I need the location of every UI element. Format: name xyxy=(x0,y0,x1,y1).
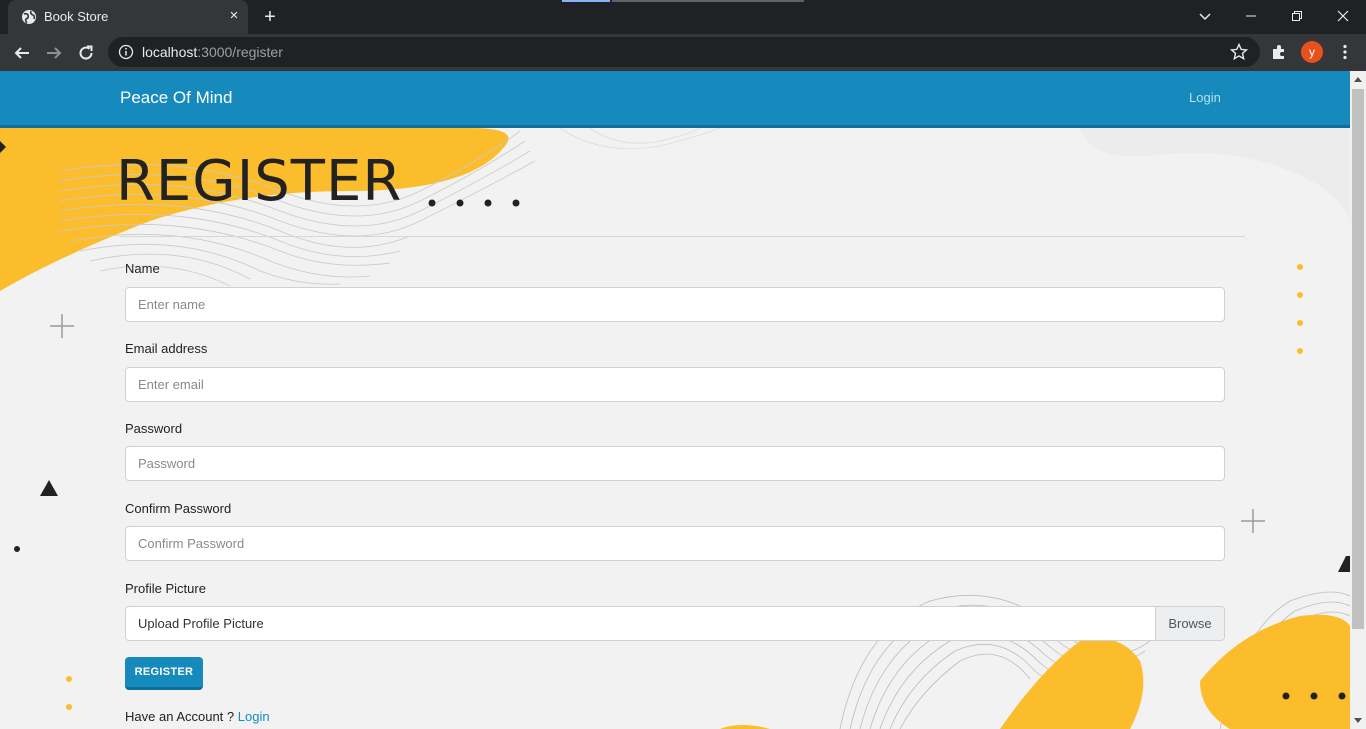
page-title: REGISTER xyxy=(116,149,403,214)
email-input[interactable] xyxy=(125,367,1225,402)
profile-picture-label: Profile Picture xyxy=(125,581,206,596)
page-scrollbar[interactable] xyxy=(1350,71,1366,729)
star-icon[interactable] xyxy=(1230,43,1248,61)
tab-strip-indicator xyxy=(562,0,610,2)
file-input-label: Upload Profile Picture xyxy=(138,616,264,631)
minimize-button[interactable] xyxy=(1228,0,1274,32)
restore-button[interactable] xyxy=(1274,0,1320,32)
site-navbar: Peace Of Mind Login xyxy=(0,71,1350,128)
confirm-password-input[interactable] xyxy=(125,526,1225,561)
tab-title: Book Store xyxy=(44,9,109,24)
tab-search-button[interactable] xyxy=(1182,0,1228,32)
scroll-up-arrow-icon[interactable] xyxy=(1354,77,1362,82)
url-path: :3000/register xyxy=(197,44,283,60)
register-button[interactable]: REGISTER xyxy=(125,657,203,690)
url-host: localhost xyxy=(142,44,198,60)
restore-icon xyxy=(1292,11,1302,21)
scroll-down-arrow-icon[interactable] xyxy=(1354,718,1362,723)
brand-logo-text[interactable]: Peace Of Mind xyxy=(120,88,232,108)
profile-picture-file-input[interactable]: Upload Profile Picture Browse xyxy=(125,606,1225,641)
tab-close-icon[interactable]: × xyxy=(224,6,244,26)
password-label: Password xyxy=(125,421,183,436)
kebab-menu-icon[interactable] xyxy=(1336,43,1354,61)
confirm-password-label: Confirm Password xyxy=(125,501,232,516)
new-tab-button[interactable]: + xyxy=(258,5,282,29)
extensions-icon[interactable] xyxy=(1270,43,1288,61)
have-account-label: Have an Account ? xyxy=(125,709,235,724)
url-text: localhost:3000/register xyxy=(142,44,283,60)
forward-arrow-icon xyxy=(47,47,62,59)
password-input[interactable] xyxy=(125,446,1225,481)
window-close-button[interactable] xyxy=(1320,0,1366,32)
window-close-icon xyxy=(1337,10,1349,22)
scroll-thumb[interactable] xyxy=(1352,89,1364,629)
browser-tab-strip: Book Store × + xyxy=(0,0,1366,34)
info-icon[interactable] xyxy=(118,44,134,60)
minimize-icon xyxy=(1246,15,1256,17)
address-bar[interactable]: localhost:3000/register xyxy=(108,37,1260,67)
back-arrow-icon xyxy=(14,47,29,59)
title-divider xyxy=(120,236,1245,237)
nav-login-link[interactable]: Login xyxy=(1189,90,1221,105)
name-label: Name xyxy=(125,261,160,276)
browser-tab[interactable]: Book Store × xyxy=(8,0,248,34)
page-viewport: Peace Of Mind Login REGISTER Name Email … xyxy=(0,71,1350,729)
browser-toolbar: localhost:3000/register y xyxy=(0,34,1366,71)
forward-button[interactable] xyxy=(41,40,67,66)
back-button[interactable] xyxy=(9,40,35,66)
name-input[interactable] xyxy=(125,287,1225,322)
profile-avatar[interactable]: y xyxy=(1301,41,1323,63)
chevron-down-icon xyxy=(1199,13,1211,21)
reload-button[interactable] xyxy=(73,40,99,66)
login-link[interactable]: Login xyxy=(238,709,270,724)
browse-button[interactable]: Browse xyxy=(1155,607,1224,640)
have-account-text: Have an Account ? Login xyxy=(125,709,270,724)
globe-icon xyxy=(22,10,36,24)
email-label: Email address xyxy=(125,341,208,356)
reload-icon xyxy=(79,45,93,60)
tab-strip-indicator-secondary xyxy=(612,0,804,2)
